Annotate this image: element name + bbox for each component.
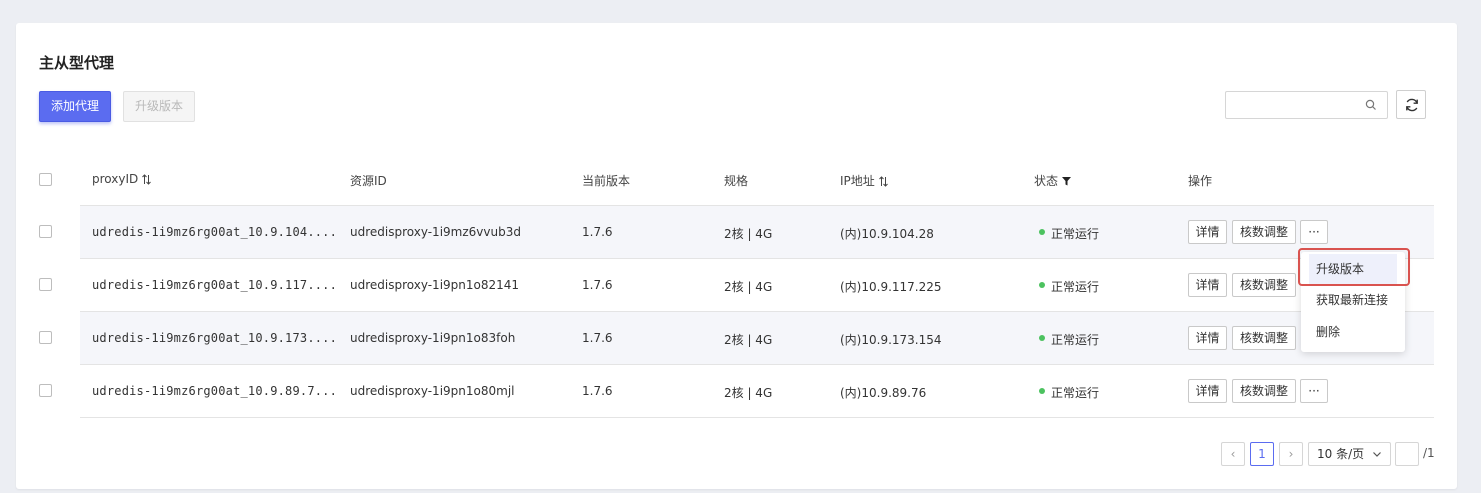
page-size-label: 10 条/页 [1317,447,1365,461]
sort-icon[interactable] [142,174,151,185]
page-size-select[interactable]: 10 条/页 [1308,442,1391,466]
header-ip-label: IP地址 [840,174,875,188]
row-checkbox[interactable] [39,225,52,238]
detail-button[interactable]: 详情 [1188,326,1227,350]
cell-spec: 2核 | 4G [724,227,773,241]
cell-status: 正常运行 [1051,333,1100,347]
cell-ip: (内)10.9.173.154 [840,333,942,347]
chevron-down-icon [1373,452,1381,457]
cell-proxy-id: udredis-1i9mz6rg00at_10.9.104.... [92,225,338,239]
cell-version: 1.7.6 [582,225,613,239]
header-resource-id: 资源ID [350,174,387,188]
header-ip[interactable]: IP地址 [840,172,888,189]
status-dot [1039,282,1045,288]
table-row: udredis-1i9mz6rg00at_10.9.117.... udredi… [80,258,1434,311]
detail-button[interactable]: 详情 [1188,273,1227,297]
header-version: 当前版本 [582,174,631,188]
search-icon[interactable] [1365,99,1377,111]
cell-resource-id: udredisproxy-1i9pn1o80mjl [350,384,515,398]
adjust-cores-button[interactable]: 核数调整 [1232,273,1296,297]
header-proxy-id[interactable]: proxyID [92,172,151,186]
cell-version: 1.7.6 [582,331,613,345]
cell-proxy-id: udredis-1i9mz6rg00at_10.9.89.7... [92,384,338,398]
row-checkbox[interactable] [39,278,52,291]
total-pages: /1 [1423,446,1435,460]
menu-item-delete[interactable]: 删除 [1301,317,1405,347]
highlight-annotation [1298,248,1410,286]
table-row: udredis-1i9mz6rg00at_10.9.173.... udredi… [80,311,1434,364]
status-dot [1039,388,1045,394]
cell-resource-id: udredisproxy-1i9pn1o83foh [350,331,516,345]
cell-ip: (内)10.9.104.28 [840,227,934,241]
cell-resource-id: udredisproxy-1i9pn1o82141 [350,278,520,292]
detail-button[interactable]: 详情 [1188,220,1227,244]
detail-button[interactable]: 详情 [1188,379,1227,403]
prev-page-button[interactable]: ‹ [1221,442,1245,466]
add-proxy-button[interactable]: 添加代理 [39,91,111,122]
row-checkbox[interactable] [39,331,52,344]
sort-icon[interactable] [878,176,888,187]
refresh-icon [1406,98,1418,112]
menu-item-refresh-connection[interactable]: 获取最新连接 [1301,285,1405,315]
cell-status: 正常运行 [1051,280,1100,294]
next-page-button[interactable]: › [1279,442,1303,466]
page-jump-input[interactable] [1395,442,1419,466]
filter-icon[interactable] [1061,176,1071,186]
header-spec: 规格 [724,174,749,188]
table-row: udredis-1i9mz6rg00at_10.9.104.... udredi… [80,205,1434,258]
cell-version: 1.7.6 [582,278,613,292]
table-row: udredis-1i9mz6rg00at_10.9.89.7... udredi… [80,364,1434,417]
status-dot [1039,335,1045,341]
cell-proxy-id: udredis-1i9mz6rg00at_10.9.173.... [92,331,338,345]
header-proxy-id-label: proxyID [92,172,139,186]
header-ops: 操作 [1188,174,1213,188]
cell-version: 1.7.6 [582,384,613,398]
search-input[interactable] [1225,91,1388,119]
cell-status: 正常运行 [1051,386,1100,400]
adjust-cores-button[interactable]: 核数调整 [1232,220,1296,244]
page-1-button[interactable]: 1 [1250,442,1274,466]
select-all-checkbox[interactable] [39,173,52,186]
more-button[interactable]: ··· [1300,220,1328,244]
adjust-cores-button[interactable]: 核数调整 [1232,379,1296,403]
cell-status: 正常运行 [1051,227,1100,241]
header-status[interactable]: 状态 [1034,172,1071,189]
cell-spec: 2核 | 4G [724,386,773,400]
cell-spec: 2核 | 4G [724,280,773,294]
cell-proxy-id: udredis-1i9mz6rg00at_10.9.117.... [92,278,338,292]
header-status-label: 状态 [1034,174,1059,188]
more-button[interactable]: ··· [1300,379,1328,403]
status-dot [1039,229,1045,235]
page-title: 主从型代理 [39,54,115,72]
table-bottom-border [80,417,1434,418]
refresh-button[interactable] [1396,90,1426,119]
upgrade-version-button: 升级版本 [123,91,195,122]
cell-spec: 2核 | 4G [724,333,773,347]
adjust-cores-button[interactable]: 核数调整 [1232,326,1296,350]
cell-ip: (内)10.9.89.76 [840,386,927,400]
cell-resource-id: udredisproxy-1i9mz6vvub3d [350,225,521,239]
row-checkbox[interactable] [39,384,52,397]
cell-ip: (内)10.9.117.225 [840,280,942,294]
